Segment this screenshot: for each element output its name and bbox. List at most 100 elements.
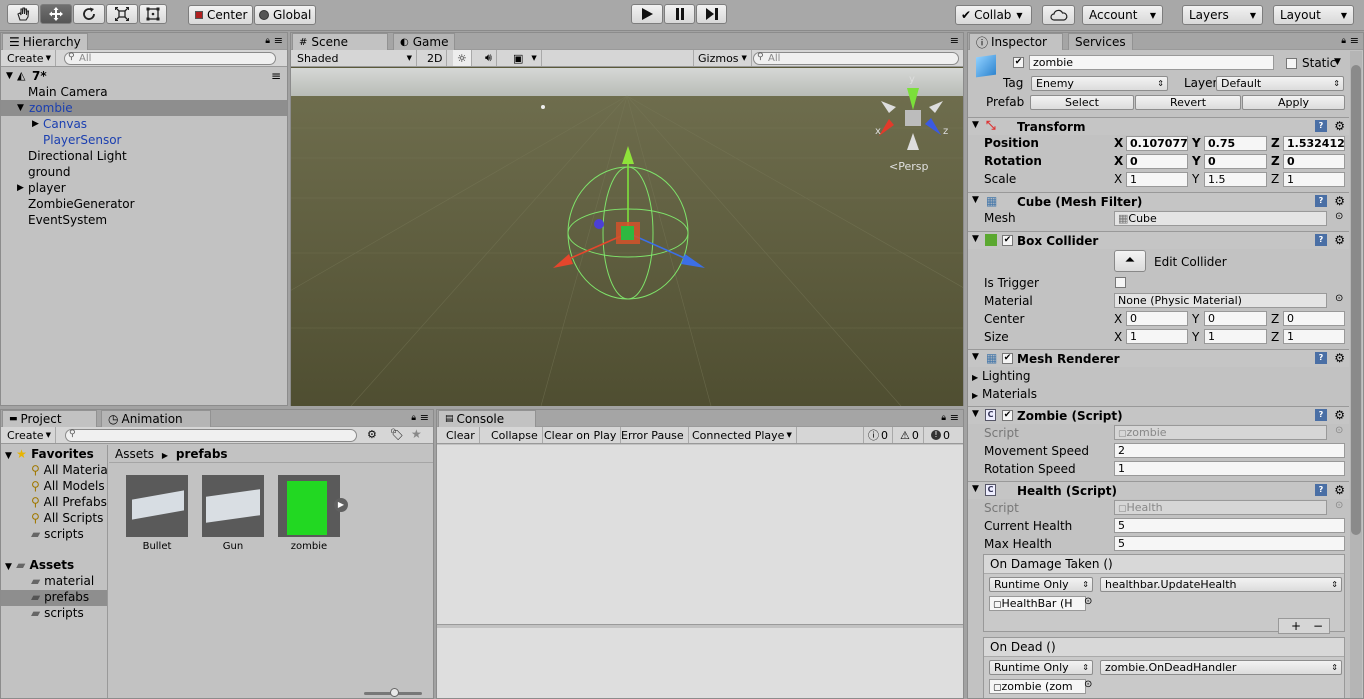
axis-z-label[interactable]: Z <box>1271 136 1280 150</box>
scene-root-row[interactable]: ▼ ◭ 7* ≡ <box>1 68 287 84</box>
physic-material-field[interactable]: None (Physic Material) <box>1114 293 1327 308</box>
scene-menu-icon[interactable]: ≡ <box>271 68 281 84</box>
help-icon[interactable]: ? <box>1315 484 1327 496</box>
label-tag-icon[interactable]: 🏷︎ <box>390 428 404 441</box>
current-health-field[interactable]: 5 <box>1114 518 1345 533</box>
static-chevron-down-icon[interactable]: ▼ <box>1334 57 1341 67</box>
edit-collider-button[interactable]: ⏶ <box>1114 250 1146 272</box>
hierarchy-item[interactable]: ▶ Canvas <box>1 116 287 132</box>
hierarchy-item[interactable]: ground <box>1 164 287 180</box>
layers-dropdown[interactable]: Layers ▼ <box>1182 5 1263 25</box>
axis-x-label[interactable]: X <box>1114 154 1123 168</box>
asset-folder[interactable]: ▰ prefabs <box>31 590 89 604</box>
asset-tile[interactable]: Bullet <box>126 475 188 552</box>
asset-tile[interactable]: Gun <box>202 475 264 552</box>
lighting-toggle[interactable]: ☼ <box>453 50 472 66</box>
rect-tool-button[interactable] <box>139 4 167 24</box>
gear-icon[interactable]: ⚙ <box>1334 351 1345 365</box>
breadcrumb-assets[interactable]: Assets <box>115 447 154 461</box>
axis-y-label[interactable]: Y <box>1192 312 1199 326</box>
axis-z-label[interactable]: Z <box>1271 154 1280 168</box>
object-picker-icon[interactable]: ⊙ <box>1084 679 1092 690</box>
tab-console[interactable]: ▤ Console <box>438 410 536 427</box>
dead-runtime-dropdown[interactable]: Runtime Only ⇕ <box>989 660 1093 675</box>
scrollbar-thumb[interactable] <box>1351 65 1361 535</box>
hierarchy-search-input[interactable]: All <box>64 52 276 65</box>
pause-button[interactable] <box>664 4 695 24</box>
panel-menu-icon[interactable]: ≡ <box>1350 34 1359 47</box>
play-button[interactable] <box>631 4 663 24</box>
axis-x-label[interactable]: X <box>1114 330 1122 344</box>
gear-icon[interactable]: ⚙ <box>1334 233 1345 247</box>
materials-foldout[interactable]: ▶ Materials <box>972 387 1037 401</box>
console-detail-area[interactable] <box>437 628 963 698</box>
gear-icon[interactable]: ⚙ <box>1334 483 1345 497</box>
center-z-field[interactable]: 0 <box>1283 311 1345 326</box>
asset-folder[interactable]: ▰ material <box>31 574 94 588</box>
scene-search-input[interactable]: All <box>753 52 959 65</box>
favorites-header[interactable]: ▼ ★ Favorites <box>5 447 94 461</box>
tab-inspector[interactable]: ⓘ Inspector <box>969 33 1063 50</box>
help-icon[interactable]: ? <box>1315 120 1327 132</box>
remove-listener-button[interactable]: − <box>1313 619 1323 633</box>
center-y-field[interactable]: 0 <box>1204 311 1267 326</box>
hand-tool-button[interactable] <box>7 4 39 24</box>
panel-menu-icon[interactable]: ≡ <box>950 411 959 424</box>
breadcrumb-prefabs[interactable]: prefabs <box>176 447 228 461</box>
collab-dropdown[interactable]: ✔ Collab ▼ <box>955 5 1032 25</box>
panel-menu-icon[interactable]: ≡ <box>950 34 959 47</box>
object-picker-icon[interactable]: ⊙ <box>1335 211 1343 222</box>
connected-player-dropdown[interactable]: Connected Playe ▼ <box>688 427 797 443</box>
help-icon[interactable]: ? <box>1315 409 1327 421</box>
active-checkbox[interactable]: ✔ <box>1013 57 1024 68</box>
hierarchy-item[interactable]: Directional Light <box>1 148 287 164</box>
movement-speed-field[interactable]: 2 <box>1114 443 1345 458</box>
mesh-object-field[interactable]: ▦Cube <box>1114 211 1327 226</box>
object-picker-icon[interactable]: ⊙ <box>1084 596 1092 607</box>
rotate-tool-button[interactable] <box>73 4 105 24</box>
zombie-script-checkbox[interactable]: ✔ <box>1002 410 1013 421</box>
tab-project[interactable]: ▬ Project <box>2 410 97 427</box>
favorite-item[interactable]: ⚲ All Models <box>31 479 105 493</box>
object-picker-icon[interactable]: ⊙ <box>1335 293 1343 304</box>
transform-header[interactable]: ▼ ⤡ Transform ? ⚙ <box>968 117 1349 135</box>
step-button[interactable] <box>696 4 727 24</box>
axis-z-label[interactable]: Z <box>1271 172 1279 186</box>
hierarchy-item[interactable]: EventSystem <box>1 212 287 228</box>
damage-runtime-dropdown[interactable]: Runtime Only ⇕ <box>989 577 1093 592</box>
box-collider-checkbox[interactable]: ✔ <box>1002 235 1013 246</box>
tab-scene[interactable]: # Scene <box>292 33 388 50</box>
shading-dropdown[interactable]: Shaded ▼ <box>293 50 417 66</box>
static-checkbox[interactable] <box>1286 58 1297 69</box>
favorite-item[interactable]: ⚲ All Materia <box>31 463 108 477</box>
size-x-field[interactable]: 1 <box>1126 329 1188 344</box>
scale-z-field[interactable]: 1 <box>1283 172 1345 187</box>
global-button[interactable]: Global <box>254 5 316 25</box>
position-x-field[interactable]: 0.107077 <box>1126 136 1188 151</box>
scale-tool-button[interactable] <box>106 4 138 24</box>
prefab-apply-button[interactable]: Apply <box>1242 95 1345 110</box>
error-filter-toggle[interactable]: ! 0 <box>927 427 954 443</box>
axis-y-label[interactable]: Y <box>1192 172 1199 186</box>
center-x-field[interactable]: 0 <box>1126 311 1188 326</box>
audio-toggle[interactable]: 🔊︎ <box>481 50 497 66</box>
clear-on-play-button[interactable]: Clear on Play <box>540 427 622 443</box>
damage-target-field[interactable]: ▢HealthBar (H <box>989 596 1086 611</box>
layout-dropdown[interactable]: Layout ▼ <box>1273 5 1354 25</box>
lighting-foldout[interactable]: ▶ Lighting <box>972 369 1031 383</box>
position-y-field[interactable]: 0.75 <box>1204 136 1267 151</box>
effects-dropdown[interactable]: ▣ ▼ <box>509 50 542 66</box>
is-trigger-checkbox[interactable] <box>1115 277 1126 288</box>
help-icon[interactable]: ? <box>1315 195 1327 207</box>
axis-z-label[interactable]: Z <box>1271 330 1279 344</box>
tab-hierarchy[interactable]: ☰ Hierarchy <box>2 33 88 50</box>
rotation-speed-field[interactable]: 1 <box>1114 461 1345 476</box>
max-health-field[interactable]: 5 <box>1114 536 1345 551</box>
error-pause-button[interactable]: Error Pause <box>617 427 689 443</box>
info-filter-toggle[interactable]: ⓘ 0 <box>863 427 893 443</box>
move-tool-button[interactable] <box>40 4 72 24</box>
hierarchy-item[interactable]: Main Camera <box>1 84 287 100</box>
persp-label[interactable]: <Persp <box>889 160 928 173</box>
rotation-y-field[interactable]: 0 <box>1204 154 1267 169</box>
favorite-item[interactable]: ⚲ All Prefabs <box>31 495 107 509</box>
